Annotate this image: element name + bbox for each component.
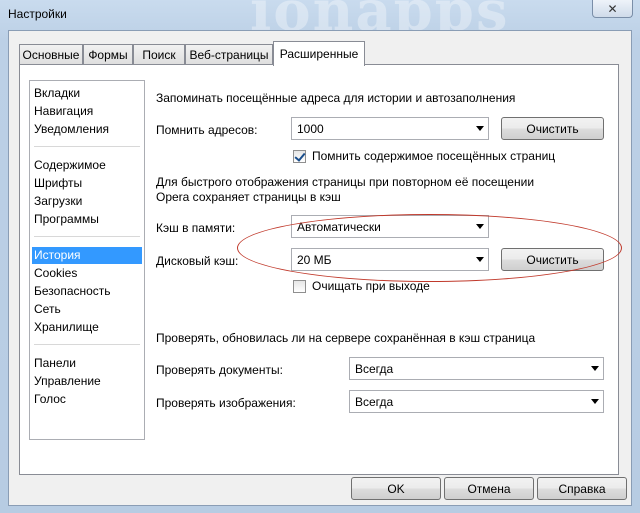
sidebar-item-voice[interactable]: Голос (32, 391, 142, 408)
tab-basic[interactable]: Основные (19, 44, 83, 65)
title-bar[interactable]: Настройки ✕ (0, 0, 640, 30)
check-images-value: Всегда (355, 395, 394, 409)
close-icon: ✕ (607, 1, 618, 16)
list-divider (34, 236, 140, 237)
sidebar-item-network[interactable]: Сеть (32, 301, 142, 318)
check-documents-select[interactable]: Всегда (349, 357, 604, 380)
sidebar-item-programs[interactable]: Программы (32, 211, 142, 228)
clear-disk-cache-button[interactable]: Очистить (501, 248, 604, 271)
memory-cache-select[interactable]: Автоматически (291, 215, 489, 238)
sidebar-item-control[interactable]: Управление (32, 373, 142, 390)
help-button[interactable]: Справка (537, 477, 627, 500)
disk-cache-select[interactable]: 20 МБ (291, 248, 489, 271)
ok-button[interactable]: OK (351, 477, 441, 500)
tab-forms[interactable]: Формы (83, 44, 133, 65)
sidebar-item-storage[interactable]: Хранилище (32, 319, 142, 336)
remember-addresses-label: Помнить адресов: (156, 123, 258, 137)
tab-advanced[interactable]: Расширенные (273, 41, 365, 66)
window-title: Настройки (8, 7, 67, 21)
chevron-down-icon (476, 224, 484, 229)
sidebar-item-security[interactable]: Безопасность (32, 283, 142, 300)
tab-web-pages[interactable]: Веб-страницы (185, 44, 273, 65)
tab-search[interactable]: Поиск (133, 44, 185, 65)
clear-on-exit-checkbox[interactable] (293, 280, 306, 293)
clear-history-button[interactable]: Очистить (501, 117, 604, 140)
category-list[interactable]: Вкладки Навигация Уведомления Содержимое… (29, 80, 145, 440)
cache-heading-line1: Для быстрого отображения страницы при по… (156, 175, 535, 189)
list-divider (34, 146, 140, 147)
chevron-down-icon (476, 257, 484, 262)
sidebar-item-notifications[interactable]: Уведомления (32, 121, 142, 138)
check-images-label: Проверять изображения: (156, 396, 296, 410)
dialog-client: Основные Формы Поиск Веб-страницы Расшир… (8, 30, 632, 506)
chevron-down-icon (591, 366, 599, 371)
check-documents-value: Всегда (355, 362, 394, 376)
cache-heading-line2: Opera сохраняет страницы в кэш (156, 190, 341, 204)
list-divider (34, 344, 140, 345)
sidebar-item-cookies[interactable]: Cookies (32, 265, 142, 282)
disk-cache-value: 20 МБ (297, 253, 332, 267)
sidebar-item-navigation[interactable]: Навигация (32, 103, 142, 120)
settings-window: ionapps Настройки ✕ Основные Формы Поиск… (0, 0, 640, 513)
close-button[interactable]: ✕ (592, 0, 633, 18)
sidebar-item-content[interactable]: Содержимое (32, 157, 142, 174)
remember-addresses-select[interactable]: 1000 (291, 117, 489, 140)
remember-heading: Запоминать посещённые адреса для истории… (156, 91, 516, 105)
chevron-down-icon (591, 399, 599, 404)
clear-on-exit-label: Очищать при выходе (312, 279, 430, 293)
disk-cache-label: Дисковый кэш: (156, 254, 239, 268)
sidebar-item-downloads[interactable]: Загрузки (32, 193, 142, 210)
remember-addresses-value: 1000 (297, 122, 324, 136)
remember-content-checkbox[interactable] (293, 150, 306, 163)
check-documents-label: Проверять документы: (156, 363, 283, 377)
chevron-down-icon (476, 126, 484, 131)
sidebar-item-tabs[interactable]: Вкладки (32, 85, 142, 102)
remember-content-label: Помнить содержимое посещённых страниц (312, 149, 556, 163)
memory-cache-label: Кэш в памяти: (156, 221, 236, 235)
cancel-button[interactable]: Отмена (444, 477, 534, 500)
sidebar-item-history[interactable]: История (32, 247, 142, 264)
sidebar-item-toolbars[interactable]: Панели (32, 355, 142, 372)
memory-cache-value: Автоматически (297, 220, 381, 234)
check-heading: Проверять, обновилась ли на сервере сохр… (156, 331, 536, 345)
sidebar-item-fonts[interactable]: Шрифты (32, 175, 142, 192)
check-images-select[interactable]: Всегда (349, 390, 604, 413)
